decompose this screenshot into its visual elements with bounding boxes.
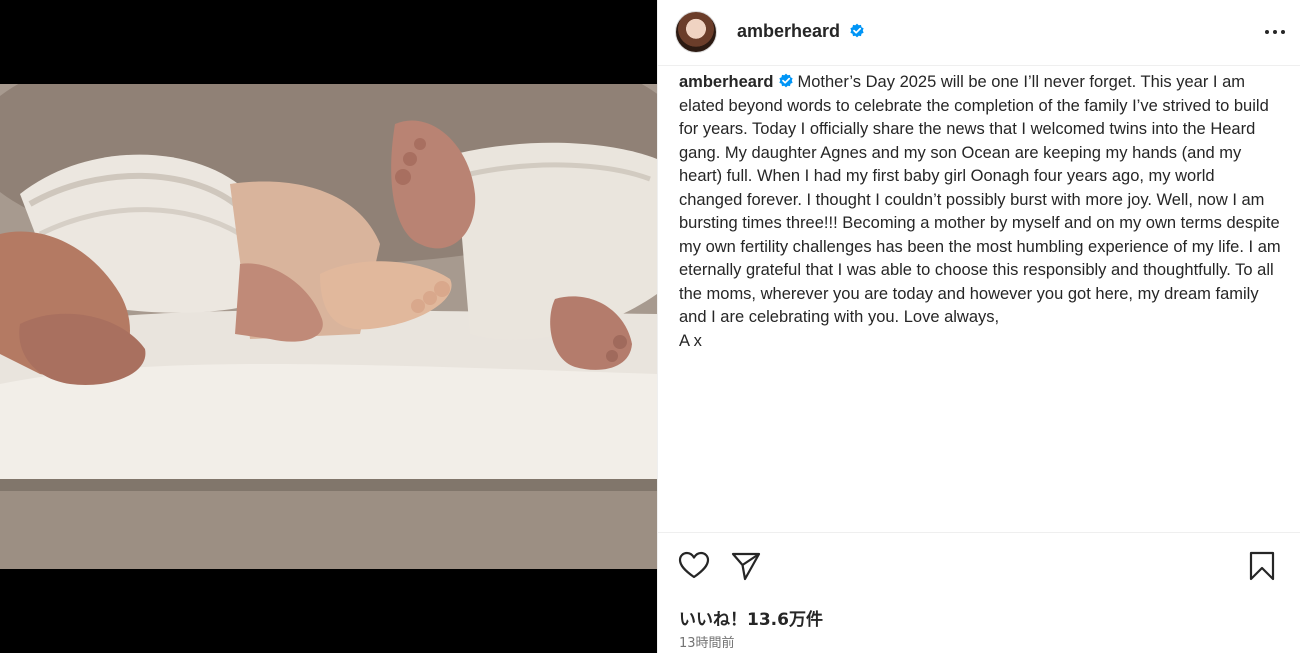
post-media[interactable] bbox=[0, 0, 657, 653]
likes-count[interactable]: いいね！13.6万件 bbox=[679, 605, 823, 630]
post-timestamp[interactable]: 13時間前 bbox=[679, 632, 735, 651]
post-username[interactable]: amberheard bbox=[737, 20, 865, 42]
baby-feet-photo-illustration bbox=[0, 84, 657, 569]
paper-plane-icon[interactable] bbox=[730, 550, 762, 582]
bookmark-icon[interactable] bbox=[1248, 551, 1276, 581]
heart-icon[interactable] bbox=[678, 550, 710, 582]
caption-signoff: A x bbox=[679, 331, 702, 350]
verified-badge-icon bbox=[779, 73, 794, 88]
instagram-post: amberheard amberheard Mother’s Day 2025 … bbox=[0, 0, 1300, 653]
caption-text: Mother’s Day 2025 will be one I’ll never… bbox=[679, 73, 1281, 326]
caption-username[interactable]: amberheard bbox=[679, 73, 773, 91]
more-horizontal-icon[interactable] bbox=[1262, 20, 1288, 44]
post-photo bbox=[0, 84, 657, 569]
username-text[interactable]: amberheard bbox=[737, 21, 840, 41]
post-sidebar: amberheard amberheard Mother’s Day 2025 … bbox=[657, 0, 1300, 653]
actions-divider bbox=[658, 532, 1300, 533]
post-header: amberheard bbox=[658, 0, 1300, 66]
post-caption: amberheard Mother’s Day 2025 will be one… bbox=[679, 71, 1281, 353]
avatar[interactable] bbox=[675, 11, 717, 53]
verified-badge-icon bbox=[850, 23, 864, 38]
